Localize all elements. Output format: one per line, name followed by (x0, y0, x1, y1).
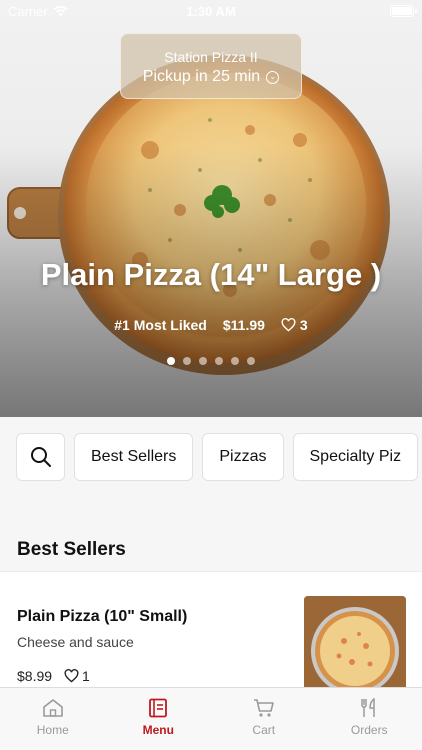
item-likes-count: 1 (82, 668, 90, 684)
item-name: Plain Pizza (10" Small) (17, 608, 188, 625)
heart-icon (64, 669, 79, 683)
hero-banner[interactable]: Carrier 1:30 AM Station Pizza II Pickup … (0, 0, 422, 417)
tab-orders[interactable]: Orders (317, 688, 422, 750)
carousel-dot[interactable] (247, 357, 255, 365)
search-button[interactable] (16, 433, 65, 481)
item-price: $8.99 (17, 668, 53, 684)
tab-bar: Home Menu Cart Orders (0, 687, 422, 750)
pickup-label: Pickup in 25 min (142, 68, 261, 85)
carousel-dot[interactable] (215, 357, 223, 365)
hero-price: $11.99 (222, 317, 265, 333)
tab-menu-label: Menu (142, 723, 174, 737)
status-bar: Carrier 1:30 AM (0, 0, 422, 24)
item-image (304, 596, 406, 698)
tab-home[interactable]: Home (0, 688, 106, 750)
store-name: Station Pizza II (164, 49, 258, 65)
utensils-icon (361, 698, 375, 717)
carousel-dot[interactable] (199, 357, 207, 365)
pickup-time: Pickup in 25 min ⌄ (121, 68, 301, 86)
carousel-dot[interactable] (183, 357, 191, 365)
carousel-dot[interactable] (231, 357, 239, 365)
carousel-dot[interactable] (167, 357, 175, 365)
heart-icon (281, 318, 296, 332)
cart-icon (253, 699, 274, 717)
chevron-down-icon: ⌄ (266, 70, 280, 84)
carousel-indicator[interactable] (0, 357, 422, 365)
chip-specialty-pizzas[interactable]: Specialty Piz (292, 433, 419, 481)
menu-item[interactable]: Plain Pizza (10" Small) Cheese and sauce… (0, 571, 422, 701)
item-meta: $8.99 1 (17, 668, 90, 684)
item-description: Cheese and sauce (17, 634, 134, 650)
chip-pizzas[interactable]: Pizzas (202, 433, 284, 481)
store-pickup-selector[interactable]: Station Pizza II Pickup in 25 min ⌄ (120, 33, 302, 99)
category-chips: Best Sellers Pizzas Specialty Piz (16, 433, 419, 481)
tab-orders-label: Orders (350, 723, 388, 737)
hero-likes-count: 3 (299, 317, 308, 333)
tab-cart-label: Cart (252, 723, 276, 737)
tab-home-label: Home (36, 723, 69, 737)
status-time: 1:30 AM (186, 4, 236, 19)
hero-meta: #1 Most Liked $11.99 3 (0, 317, 422, 333)
hero-title: Plain Pizza (14" Large ) (40, 257, 382, 292)
battery-icon (390, 5, 417, 17)
hero-likes: 3 (281, 317, 308, 333)
chip-best-sellers[interactable]: Best Sellers (74, 433, 194, 481)
tab-menu[interactable]: Menu (106, 688, 212, 750)
menu-icon (149, 698, 168, 718)
home-icon (42, 699, 63, 717)
item-likes: 1 (64, 668, 90, 684)
hero-rank: #1 Most Liked (114, 317, 207, 333)
tab-cart[interactable]: Cart (211, 688, 317, 750)
section-title: Best Sellers (17, 539, 126, 560)
search-icon (30, 447, 51, 467)
